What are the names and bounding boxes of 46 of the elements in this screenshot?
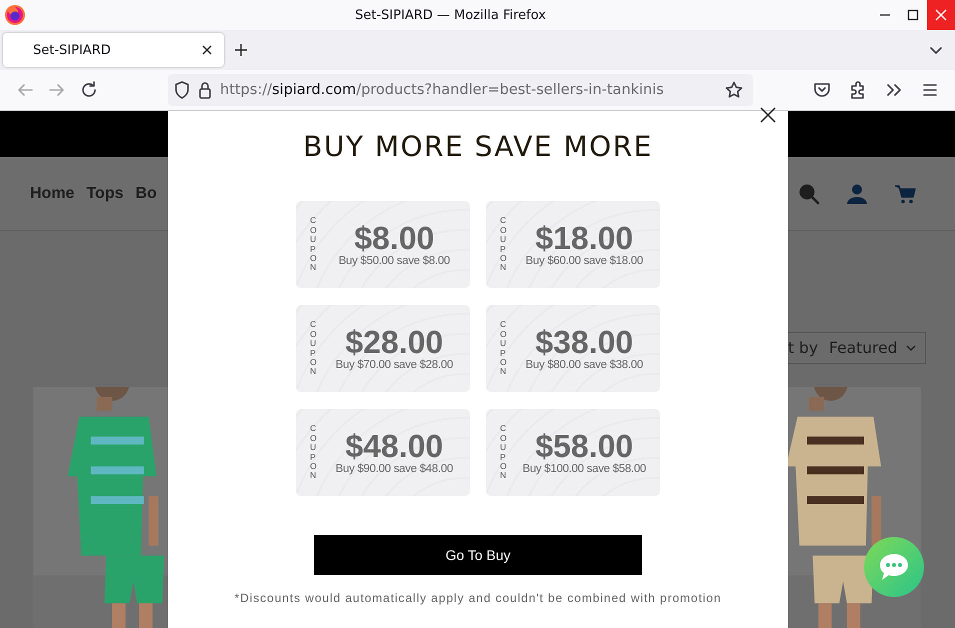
coupon-condition: Buy $100.00 save $58.00 — [522, 463, 646, 476]
coupon-amount: $18.00 — [535, 222, 634, 256]
lock-icon — [198, 81, 212, 99]
popup-title: BUY MORE SAVE MORE — [303, 130, 653, 163]
coupon-amount: $58.00 — [535, 430, 634, 464]
close-icon — [760, 107, 776, 123]
pocket-icon — [813, 81, 831, 99]
coupon-label: COUPON — [500, 320, 508, 377]
coupon-condition: Buy $80.00 save $38.00 — [526, 359, 643, 372]
maximize-icon — [907, 9, 919, 21]
coupon-label: COUPON — [310, 424, 318, 481]
browser-logo-icon — [4, 4, 26, 26]
plus-icon — [234, 43, 248, 57]
address-bar[interactable]: https://sipiard.com/products?handler=best-sellers-in-tankinis — [168, 74, 753, 106]
coupon-label: COUPON — [500, 216, 508, 273]
search-icon[interactable] — [798, 182, 820, 204]
puzzle-icon — [849, 81, 867, 99]
coupon-amount: $8.00 — [354, 222, 434, 256]
chat-bubble-icon — [878, 552, 910, 582]
discount-note: *Discounts would automatically apply and couldn't be combined with promotion — [234, 591, 722, 605]
coupon-amount: $38.00 — [535, 326, 634, 360]
menu-icon — [921, 81, 939, 99]
close-window-button[interactable] — [927, 0, 955, 30]
shield-icon — [174, 81, 190, 99]
reload-icon — [80, 81, 98, 99]
coupon-amount: $48.00 — [345, 430, 444, 464]
forward-arrow-icon — [48, 81, 66, 99]
cart-icon[interactable] — [894, 182, 916, 204]
coupon-condition: Buy $90.00 save $48.00 — [336, 463, 453, 476]
close-icon — [935, 9, 947, 21]
browser-tab[interactable]: Set-SIPIARD — [3, 33, 224, 67]
go-to-buy-button[interactable]: Go To Buy — [314, 535, 642, 575]
url-text: https://sipiard.com/products?handler=best-sellers-in-tankinis — [220, 82, 665, 98]
coupon-condition: Buy $60.00 save $18.00 — [526, 255, 643, 268]
coupon-condition: Buy $70.00 save $28.00 — [336, 359, 453, 372]
star-icon — [725, 81, 743, 99]
coupon-amount: $28.00 — [345, 326, 444, 360]
double-chevron-icon — [885, 81, 903, 99]
user-icon[interactable] — [846, 182, 868, 204]
window-title: Set-SIPIARD — Mozilla Firefox — [354, 8, 547, 22]
close-icon — [202, 45, 212, 55]
coupon-label: COUPON — [500, 424, 508, 481]
back-arrow-icon — [16, 81, 34, 99]
coupon-label: COUPON — [310, 320, 318, 377]
coupon-label: COUPON — [310, 216, 318, 273]
coupon-condition: Buy $50.00 save $8.00 — [338, 255, 450, 268]
